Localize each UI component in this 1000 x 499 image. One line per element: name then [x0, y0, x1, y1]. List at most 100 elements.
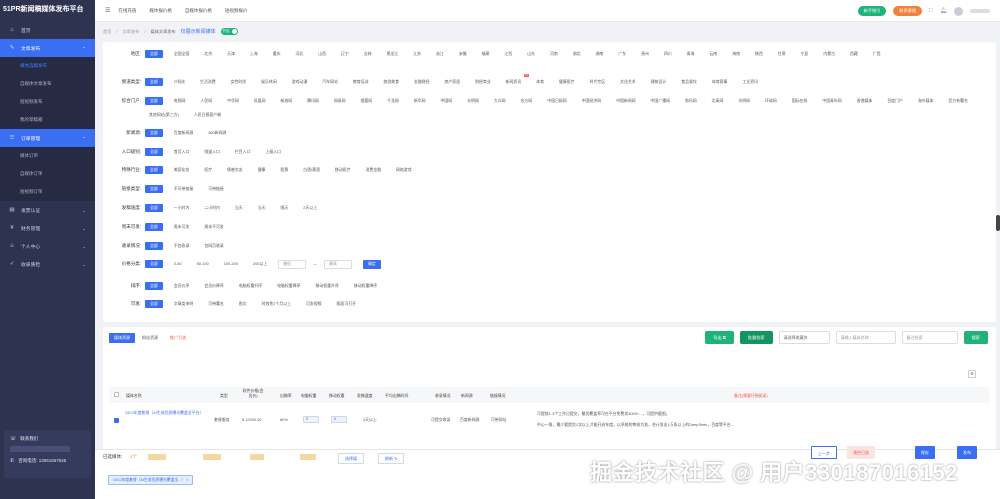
filter-option[interactable]: 一小时内 [170, 204, 194, 212]
filter-option[interactable]: 包网页收录 [200, 242, 227, 250]
filter-option[interactable]: 河北 [291, 50, 307, 58]
filter-option[interactable]: 移动权重升序 [311, 282, 342, 290]
filter-option[interactable]: 全部 [145, 185, 163, 193]
filter-option[interactable]: 其他网站(第三方) [145, 111, 183, 119]
filter-option[interactable]: 和讯网 [681, 97, 701, 105]
filter-option[interactable]: 大众网 [490, 97, 510, 105]
filter-option[interactable]: 凤凰网 [250, 97, 270, 105]
sidebar-item-video-orders[interactable]: 短视频订单 [0, 183, 95, 201]
filter-option[interactable]: 黑龙江 [383, 50, 403, 58]
filter-option[interactable]: 图文 [235, 300, 251, 308]
filter-option[interactable]: 白酒/黄酒 [299, 166, 324, 174]
fullscreen-icon[interactable]: ⛶ [929, 8, 933, 15]
filter-option[interactable]: 辽宁 [337, 50, 353, 58]
filter-option[interactable]: 湖南 [592, 50, 608, 58]
filter-option[interactable]: 可带署名 [204, 300, 228, 308]
search-button[interactable]: 搜索 [963, 331, 988, 344]
select-all-checkbox[interactable] [114, 392, 119, 397]
filter-option[interactable]: 中国日报网 [543, 97, 570, 105]
filter-option[interactable]: 健康 [254, 166, 270, 174]
filter-option[interactable]: 时代专区 [586, 78, 610, 86]
filter-option[interactable]: 中国网 [437, 97, 457, 105]
export-button[interactable]: 导出 ⧉ [705, 331, 734, 344]
sidebar-item-invoice[interactable]: ▤ 发票认证 ⌄ [0, 201, 95, 219]
filter-option[interactable]: 栏目入口 [231, 148, 255, 156]
filter-option[interactable]: 体育赛事 [708, 78, 732, 86]
filter-option[interactable]: 娱乐休闲 [257, 78, 281, 86]
filter-option[interactable]: 旅游美食 [379, 78, 403, 86]
filter-option[interactable]: 周末不可发 [200, 223, 227, 231]
filter-option[interactable]: 央视网 [170, 97, 190, 105]
sidebar-item-media-select[interactable]: 媒体选稿发布 [0, 57, 95, 75]
filter-option[interactable]: 文章类申明 [170, 300, 197, 308]
top-nav-video-price[interactable]: 短视频报价 [225, 8, 248, 14]
filter-option[interactable]: 光明网 [734, 97, 754, 105]
filter-option[interactable]: 当天 [231, 204, 247, 212]
filter-option[interactable]: 中国广播网 [647, 97, 674, 105]
filter-option[interactable]: 中华网 [223, 97, 243, 105]
filter-option[interactable]: 周末可发 [170, 223, 194, 231]
filter-option[interactable]: 全部 [145, 204, 163, 212]
media-name-input[interactable]: 请输入媒体名称 [835, 331, 896, 344]
filter-option[interactable]: 新华网 [410, 97, 430, 105]
min-price-input[interactable]: 最低 [278, 260, 307, 269]
filter-option[interactable]: 隔天 [276, 204, 292, 212]
filter-option[interactable]: 会员价序 [170, 282, 194, 290]
filter-option[interactable]: 文化艺术 [616, 78, 640, 86]
filter-option[interactable]: 生活消费 [196, 78, 220, 86]
bell-icon[interactable]: 🔔︎ [940, 8, 947, 14]
filter-option[interactable]: 广东 [614, 50, 630, 58]
breadcrumb-home[interactable]: 首页 [103, 29, 111, 35]
filter-option[interactable]: 腾讯网 [303, 97, 323, 105]
filter-option[interactable]: 会员价降序 [200, 282, 227, 290]
filter-option[interactable]: 消费金融 [361, 166, 385, 174]
filter-option[interactable]: 金融财经 [410, 78, 434, 86]
filter-option[interactable]: 房产家居 [441, 78, 465, 86]
filter-option[interactable]: IT科技 [170, 78, 189, 86]
filter-option[interactable]: 健康医疗 [555, 78, 579, 86]
filter-option[interactable]: 新闻资讯 hot [502, 74, 530, 86]
news-only-toggle[interactable]: 开启 [220, 28, 238, 35]
filter-option[interactable]: 版面可打开 [333, 300, 360, 308]
filter-option[interactable]: 山东 [523, 50, 539, 58]
scrollbar[interactable] [996, 215, 1000, 231]
filter-option[interactable]: 重庆 [269, 50, 285, 58]
filter-option[interactable]: 不可带链接 [170, 185, 197, 193]
filter-option[interactable]: 全部 [145, 50, 163, 58]
filter-option[interactable]: 香港媒体 [853, 97, 877, 105]
filter-option[interactable]: 内蒙古 [819, 50, 839, 58]
filter-option[interactable]: 广西 [869, 50, 885, 58]
filter-option[interactable]: 电脑权重升序 [235, 282, 266, 290]
filter-option[interactable]: 200以上 [249, 260, 271, 268]
filter-option[interactable]: 不包收录 [170, 242, 194, 250]
filter-option[interactable]: 江西 [500, 50, 516, 58]
filter-option[interactable]: 电脑权重降序 [273, 282, 304, 290]
filter-option[interactable]: 宁夏 [797, 50, 813, 58]
sidebar-item-index-check[interactable]: ✓ 收录质检 ⌄ [0, 255, 95, 273]
filter-option[interactable]: 四川 [660, 50, 676, 58]
filter-option[interactable]: 工业资讯 [738, 78, 762, 86]
filter-option[interactable]: 江苏 [409, 50, 425, 58]
filter-option[interactable]: 可带链接 [204, 185, 228, 193]
filter-option[interactable]: 50-100 [193, 260, 213, 268]
filter-option[interactable]: 甘肃 [774, 50, 790, 58]
bulk-search-button[interactable]: 批量检索 [739, 331, 773, 344]
filter-option[interactable]: 西藏 [846, 50, 862, 58]
sidebar-item-profile[interactable]: ☺ 个人中心 ⌄ [0, 237, 95, 255]
menu-icon[interactable]: ☰ [105, 7, 110, 14]
contact-service-button[interactable]: 联系客服 [893, 6, 923, 16]
tab-fan-resources[interactable]: 粉丝资源 [137, 333, 163, 343]
filter-option[interactable]: 青海 [683, 50, 699, 58]
breadcrumb-article[interactable]: 文章发布 [123, 29, 140, 35]
table-row[interactable]: GEO年度套餐（AI生成优质曝光覆盖全平台） 套餐服务 ¥ 12000.00 8… [109, 405, 989, 449]
avatar[interactable] [954, 6, 963, 16]
filter-option[interactable]: 全国全国 [170, 50, 194, 58]
filter-option[interactable]: 中国青年网 [818, 97, 845, 105]
filter-option[interactable]: 全部 [145, 166, 163, 174]
filter-option[interactable]: 可发视频 [302, 300, 326, 308]
remark-search-input[interactable]: 备注检索 [901, 331, 958, 344]
tab-media-resources[interactable]: 媒体资源 [109, 333, 135, 343]
filter-option[interactable]: 全部 [145, 97, 163, 105]
price-confirm-button[interactable]: 确定 [363, 260, 381, 269]
filter-option[interactable]: 东方网 [517, 97, 537, 105]
